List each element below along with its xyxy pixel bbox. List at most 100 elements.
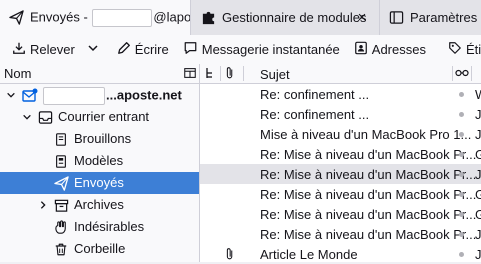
masked-account — [43, 87, 105, 105]
message-row[interactable]: Re: Mise à niveau d'un MacBook Pr... J — [200, 224, 481, 244]
folder-pane: Nom ...aposte.net Courrier entrant Broui… — [0, 64, 200, 262]
archive-icon — [53, 197, 69, 213]
read-status-dot[interactable] — [459, 172, 464, 177]
folder-label: Indésirables — [74, 219, 145, 234]
message-row[interactable]: Article Le Monde J — [200, 244, 481, 264]
main-toolbar: Relever Écrire Messagerie instantanée Ad… — [0, 35, 481, 64]
tab-bar: Envoyés - @lapo Gestionnaire de modules … — [0, 0, 481, 35]
read-status-column-icon[interactable] — [455, 67, 469, 82]
junk-icon — [53, 219, 69, 235]
message-correspondent: J — [475, 167, 481, 182]
folder-label: Modèles — [74, 153, 124, 168]
message-correspondent: G — [475, 187, 481, 202]
folder-trash[interactable]: Corbeille — [0, 238, 199, 260]
pencil-icon — [117, 41, 131, 58]
attachment-column-icon[interactable] — [225, 66, 235, 83]
paper-plane-icon — [9, 10, 24, 26]
message-correspondent: J — [475, 227, 481, 242]
trash-icon — [53, 241, 69, 257]
tab-settings[interactable]: Paramètres d — [379, 0, 481, 35]
folder-archives[interactable]: Archives — [0, 194, 199, 216]
message-subject: Re: Mise à niveau d'un MacBook Pr... — [260, 187, 477, 202]
message-row[interactable]: Re: Mise à niveau d'un MacBook Pr... G — [200, 184, 481, 204]
read-status-dot[interactable] — [459, 192, 464, 197]
read-status-dot[interactable] — [459, 212, 464, 217]
thread-column-icon[interactable] — [205, 67, 215, 82]
subject-column-header[interactable]: Sujet — [260, 67, 290, 82]
message-subject: Mise à niveau d'un MacBook Pro 1... — [260, 127, 472, 142]
account-row[interactable]: ...aposte.net — [0, 84, 199, 106]
tab-addons-label: Gestionnaire de modules — [222, 10, 367, 25]
chevron-right-icon[interactable] — [36, 197, 50, 213]
column-picker-icon[interactable] — [183, 66, 197, 83]
message-subject: Re: Mise à niveau d'un MacBook Pr... — [260, 207, 477, 222]
message-subject: Re: Mise à niveau d'un MacBook Pr... — [260, 167, 477, 182]
folder-sent[interactable]: Envoyés — [0, 172, 199, 194]
chevron-down-icon[interactable] — [20, 109, 34, 125]
folder-name-header: Nom — [4, 66, 32, 81]
account-name: ...aposte.net — [42, 87, 182, 105]
message-row[interactable]: Re: Mise à niveau d'un MacBook Pr... J — [200, 164, 481, 184]
folder-drafts[interactable]: Brouillons — [0, 128, 199, 150]
paperclip-icon — [225, 247, 235, 264]
folder-label: Archives — [74, 197, 124, 212]
folder-label: Envoyés — [74, 175, 124, 190]
folder-label: Courrier entrant — [58, 109, 150, 124]
message-row[interactable]: Re: confinement ... W — [200, 84, 481, 104]
address-book-label: Adresses — [371, 42, 426, 57]
message-row[interactable]: Re: confinement ... J — [200, 104, 481, 124]
message-subject: Re: confinement ... — [260, 107, 370, 122]
message-correspondent: J — [475, 107, 481, 122]
tag-button[interactable]: Étiqu — [444, 38, 481, 62]
message-correspondent: J — [475, 127, 481, 142]
tab-sent-label: Envoyés - @lapo — [30, 8, 190, 27]
read-status-dot[interactable] — [459, 112, 464, 117]
chat-label: Messagerie instantanée — [201, 42, 340, 57]
inbox-icon — [37, 109, 53, 125]
read-status-dot[interactable] — [459, 252, 464, 257]
puzzle-icon — [200, 10, 216, 26]
folder-label: Brouillons — [74, 131, 132, 146]
message-subject: Re: Mise à niveau d'un MacBook Pr... — [260, 227, 477, 242]
folder-inbox[interactable]: Courrier entrant — [0, 106, 199, 128]
message-subject: Article Le Monde — [260, 247, 358, 262]
settings-tab-icon — [389, 10, 404, 26]
drafts-icon — [53, 131, 69, 147]
chevron-down-icon[interactable] — [4, 87, 18, 103]
tag-label: Étiqu — [465, 42, 481, 57]
chat-button[interactable]: Messagerie instantanée — [179, 38, 344, 62]
chevron-down-icon — [87, 42, 99, 57]
address-book-icon — [354, 41, 368, 58]
message-correspondent: J — [475, 247, 481, 262]
read-status-dot[interactable] — [459, 132, 464, 137]
tab-settings-label: Paramètres d — [410, 10, 481, 25]
masked-email — [92, 8, 153, 27]
address-book-button[interactable]: Adresses — [350, 38, 430, 62]
folder-label: Corbeille — [74, 241, 126, 256]
message-list: Sujet Re: confinement ... W Re: confinem… — [200, 64, 481, 262]
folder-junk[interactable]: Indésirables — [0, 216, 199, 238]
message-correspondent: G — [475, 147, 481, 162]
message-row[interactable]: Re: Mise à niveau d'un MacBook Pr... G — [200, 204, 481, 224]
message-correspondent: W — [475, 87, 481, 102]
read-status-dot[interactable] — [459, 232, 464, 237]
close-icon[interactable]: × — [354, 9, 370, 26]
folder-pane-header[interactable]: Nom — [0, 64, 199, 84]
templates-icon — [53, 153, 69, 169]
message-row[interactable]: Mise à niveau d'un MacBook Pro 1... J — [200, 124, 481, 144]
read-status-dot[interactable] — [459, 92, 464, 97]
tab-sent-folder[interactable]: Envoyés - @lapo — [0, 0, 191, 35]
message-correspondent: G — [475, 207, 481, 222]
mail-account-icon — [22, 87, 38, 103]
get-messages-button[interactable]: Relever — [8, 38, 79, 62]
get-messages-dropdown[interactable] — [83, 38, 103, 62]
tab-addons-manager[interactable]: Gestionnaire de modules × — [191, 0, 378, 35]
compose-button[interactable]: Écrire — [113, 38, 173, 62]
message-subject: Re: Mise à niveau d'un MacBook Pr... — [260, 147, 477, 162]
read-status-dot[interactable] — [459, 152, 464, 157]
folder-templates[interactable]: Modèles — [0, 150, 199, 172]
tag-icon — [448, 41, 462, 58]
sent-icon — [53, 175, 69, 191]
chat-icon — [183, 41, 198, 58]
message-row[interactable]: Re: Mise à niveau d'un MacBook Pr... G — [200, 144, 481, 164]
